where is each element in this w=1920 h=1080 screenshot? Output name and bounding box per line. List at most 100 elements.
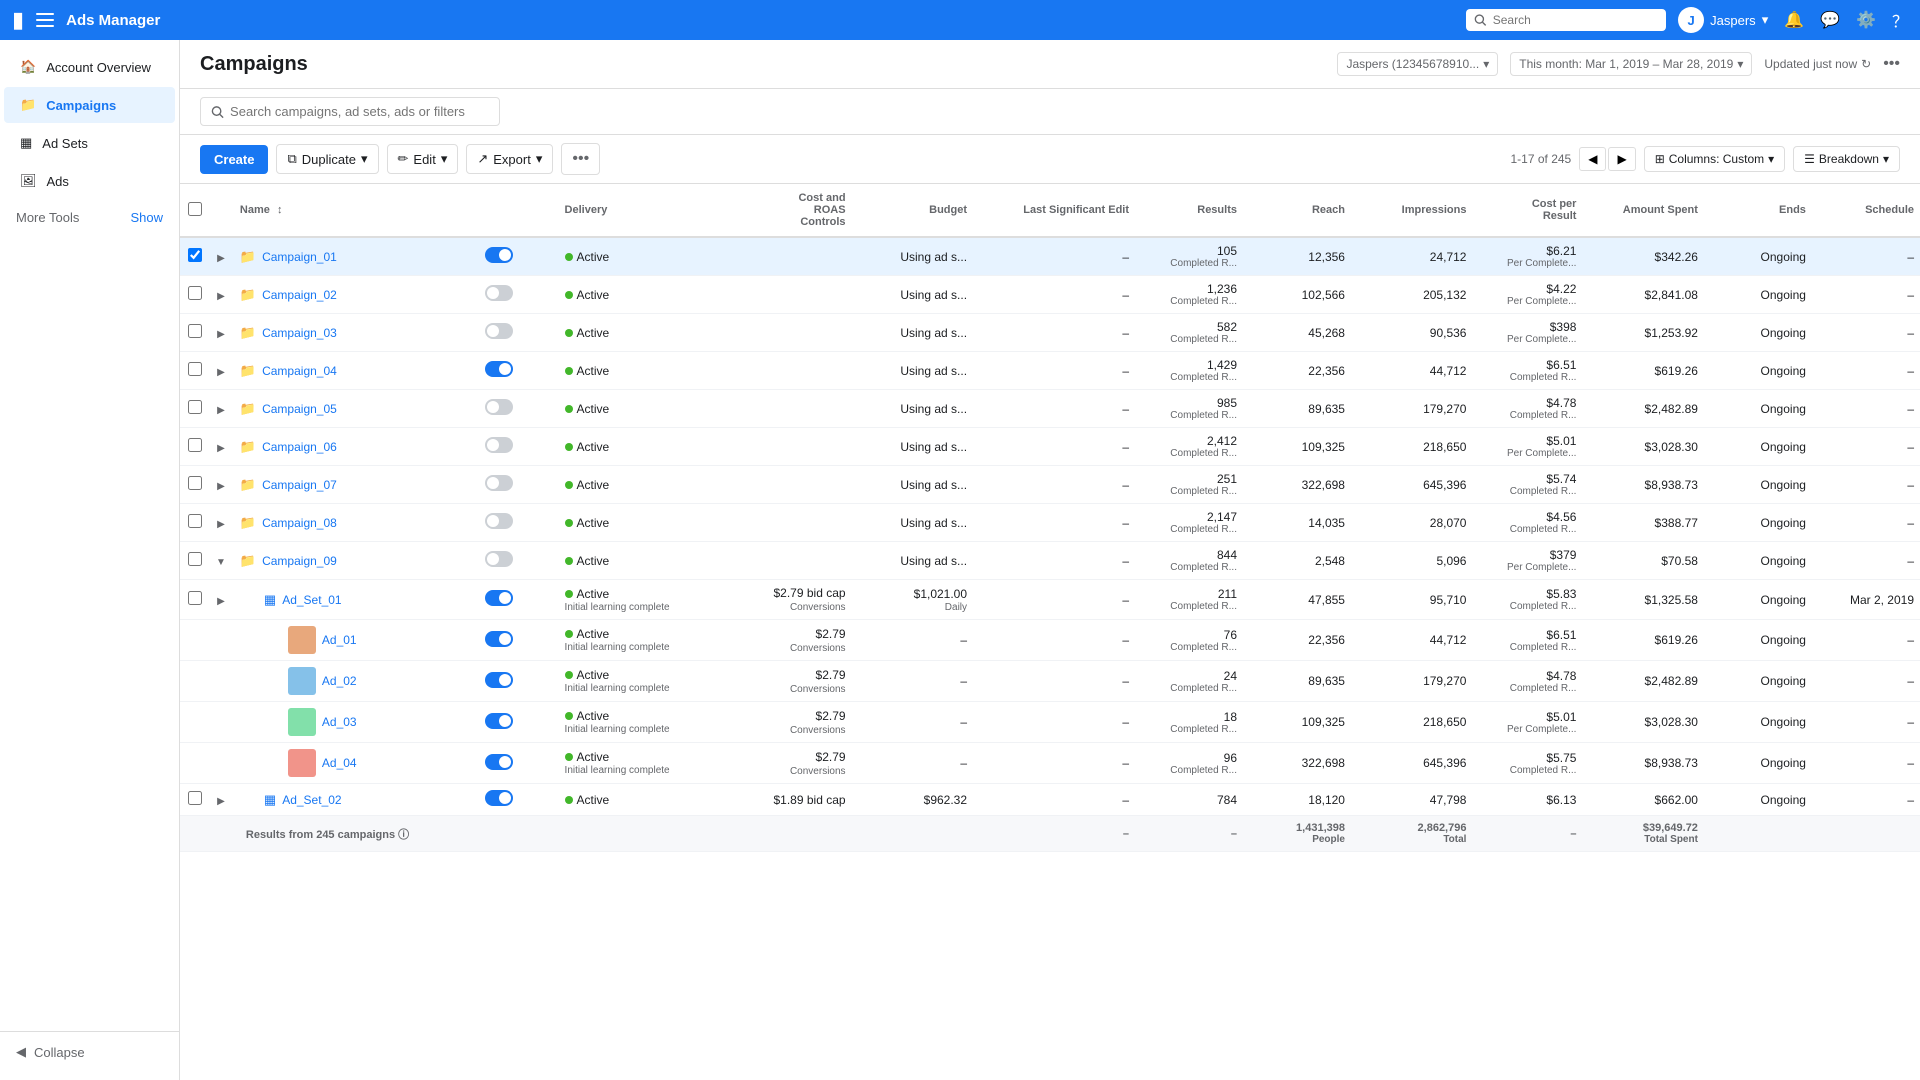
campaign-name-cell[interactable]: ▦Ad_Set_01	[264, 592, 473, 608]
menu-icon[interactable]	[36, 13, 54, 27]
results-cell: 2,147Completed R...	[1141, 510, 1237, 535]
toggle-switch[interactable]	[485, 590, 513, 606]
row-checkbox[interactable]	[188, 591, 202, 605]
duplicate-button[interactable]: ⧉ Duplicate ▾	[276, 144, 378, 174]
expand-icon[interactable]: ▶	[217, 405, 225, 416]
row-checkbox[interactable]	[188, 400, 202, 414]
toggle-switch[interactable]	[485, 513, 513, 529]
campaign-name-cell[interactable]: 📁Campaign_01	[240, 249, 473, 265]
campaign-name-cell[interactable]: 📁Campaign_03	[240, 325, 473, 341]
folder-icon: 📁	[240, 439, 256, 455]
last-edit-cell: –	[973, 580, 1135, 620]
edit-button[interactable]: ✏ Edit ▾	[387, 144, 459, 174]
show-link[interactable]: Show	[130, 210, 163, 225]
campaign-search-input[interactable]	[230, 104, 489, 119]
campaign-name-cell[interactable]: 📁Campaign_09	[240, 553, 473, 569]
row-checkbox[interactable]	[188, 362, 202, 376]
cpr-value: $5.74	[1546, 472, 1576, 486]
schedule-cell: –	[1812, 542, 1920, 580]
expand-icon[interactable]: ▶	[217, 596, 225, 607]
page-more-icon[interactable]: •••	[1883, 55, 1900, 73]
expand-icon[interactable]: ▶	[217, 253, 225, 264]
more-actions-button[interactable]: •••	[561, 143, 600, 175]
row-checkbox[interactable]	[188, 476, 202, 490]
chat-icon[interactable]: 💬	[1820, 10, 1840, 30]
row-checkbox[interactable]	[188, 791, 202, 805]
toggle-switch[interactable]	[485, 399, 513, 415]
settings-icon[interactable]: ⚙️	[1856, 10, 1876, 30]
row-checkbox[interactable]	[188, 552, 202, 566]
campaign-name-cell[interactable]: 📁Campaign_06	[240, 439, 473, 455]
toggle-switch[interactable]	[485, 285, 513, 301]
toggle-switch[interactable]	[485, 713, 513, 729]
amount-spent-cell: $2,482.89	[1582, 661, 1703, 702]
row-checkbox[interactable]	[188, 286, 202, 300]
expand-icon[interactable]: ▼	[216, 557, 226, 568]
expand-icon[interactable]: ▶	[217, 367, 225, 378]
campaign-name-cell[interactable]: Ad_01	[288, 626, 473, 654]
pagination-prev[interactable]: ◀	[1579, 147, 1606, 171]
expand-icon[interactable]: ▶	[217, 481, 225, 492]
notification-icon[interactable]: 🔔	[1784, 10, 1804, 30]
footer-impressions: 2,862,796 Total	[1351, 816, 1472, 852]
campaign-name-cell[interactable]: 📁Campaign_08	[240, 515, 473, 531]
pagination-next[interactable]: ▶	[1608, 147, 1635, 171]
cost-roas-sub: Conversions	[723, 725, 846, 736]
row-checkbox[interactable]	[188, 438, 202, 452]
campaign-name-cell[interactable]: 📁Campaign_02	[240, 287, 473, 303]
toggle-switch[interactable]	[485, 631, 513, 647]
sidebar-item-ads[interactable]: 🖼 Ads	[4, 163, 175, 199]
col-results: Results	[1135, 184, 1243, 237]
columns-button[interactable]: ⊞ Columns: Custom ▾	[1644, 146, 1785, 172]
toggle-switch[interactable]	[485, 437, 513, 453]
campaign-name-cell[interactable]: Ad_02	[288, 667, 473, 695]
account-selector[interactable]: Jaspers (12345678910... ▾	[1337, 52, 1498, 76]
results-cell: 844Completed R...	[1141, 548, 1237, 573]
row-name-label: Campaign_05	[262, 402, 337, 416]
toggle-switch[interactable]	[485, 672, 513, 688]
status-dot	[565, 291, 573, 299]
refresh-icon[interactable]: ↻	[1861, 57, 1871, 71]
expand-icon[interactable]: ▶	[217, 443, 225, 454]
collapse-button[interactable]: ◀ Collapse	[0, 1031, 179, 1072]
toggle-switch[interactable]	[485, 551, 513, 567]
cpr-value: $4.56	[1546, 510, 1576, 524]
expand-icon[interactable]: ▶	[217, 519, 225, 530]
row-checkbox[interactable]	[188, 324, 202, 338]
toggle-switch[interactable]	[485, 754, 513, 770]
campaign-name-cell[interactable]: Ad_03	[288, 708, 473, 736]
row-checkbox[interactable]	[188, 514, 202, 528]
expand-icon[interactable]: ▶	[217, 329, 225, 340]
topbar-search-input[interactable]	[1493, 13, 1658, 27]
cost-roas-sub: Conversions	[723, 602, 846, 613]
toggle-switch[interactable]	[485, 247, 513, 263]
campaign-name-cell[interactable]: 📁Campaign_05	[240, 401, 473, 417]
campaign-name-cell[interactable]: Ad_04	[288, 749, 473, 777]
sidebar-item-account-overview[interactable]: 🏠 Account Overview	[4, 49, 175, 85]
expand-icon[interactable]: ▶	[217, 796, 225, 807]
sidebar-item-ad-sets[interactable]: ▦ Ad Sets	[4, 125, 175, 161]
help-icon[interactable]: ？	[1892, 8, 1908, 32]
create-button[interactable]: Create	[200, 145, 268, 174]
sidebar-item-campaigns[interactable]: 📁 Campaigns	[4, 87, 175, 123]
breakdown-button[interactable]: ☰ Breakdown ▾	[1793, 146, 1900, 172]
budget-cell: –	[858, 756, 967, 770]
budget-value: $962.32	[858, 793, 967, 807]
toggle-switch[interactable]	[485, 475, 513, 491]
date-selector[interactable]: This month: Mar 1, 2019 – Mar 28, 2019 ▾	[1510, 52, 1752, 76]
toggle-switch[interactable]	[485, 790, 513, 806]
row-checkbox[interactable]	[188, 248, 202, 262]
campaign-name-cell[interactable]: 📁Campaign_07	[240, 477, 473, 493]
cpr-value: $4.78	[1546, 396, 1576, 410]
duplicate-dropdown-icon: ▾	[361, 151, 368, 167]
expand-icon[interactable]: ▶	[217, 291, 225, 302]
toggle-switch[interactable]	[485, 361, 513, 377]
campaign-name-cell[interactable]: 📁Campaign_04	[240, 363, 473, 379]
campaign-name-cell[interactable]: ▦Ad_Set_02	[264, 792, 473, 808]
adset-icon: ▦	[264, 792, 276, 808]
toggle-switch[interactable]	[485, 323, 513, 339]
user-menu[interactable]: J Jaspers ▾	[1678, 7, 1768, 33]
export-button[interactable]: ↗ Export ▾	[466, 144, 553, 174]
sort-icon[interactable]: ↕	[277, 204, 283, 216]
select-all-checkbox[interactable]	[188, 202, 202, 216]
